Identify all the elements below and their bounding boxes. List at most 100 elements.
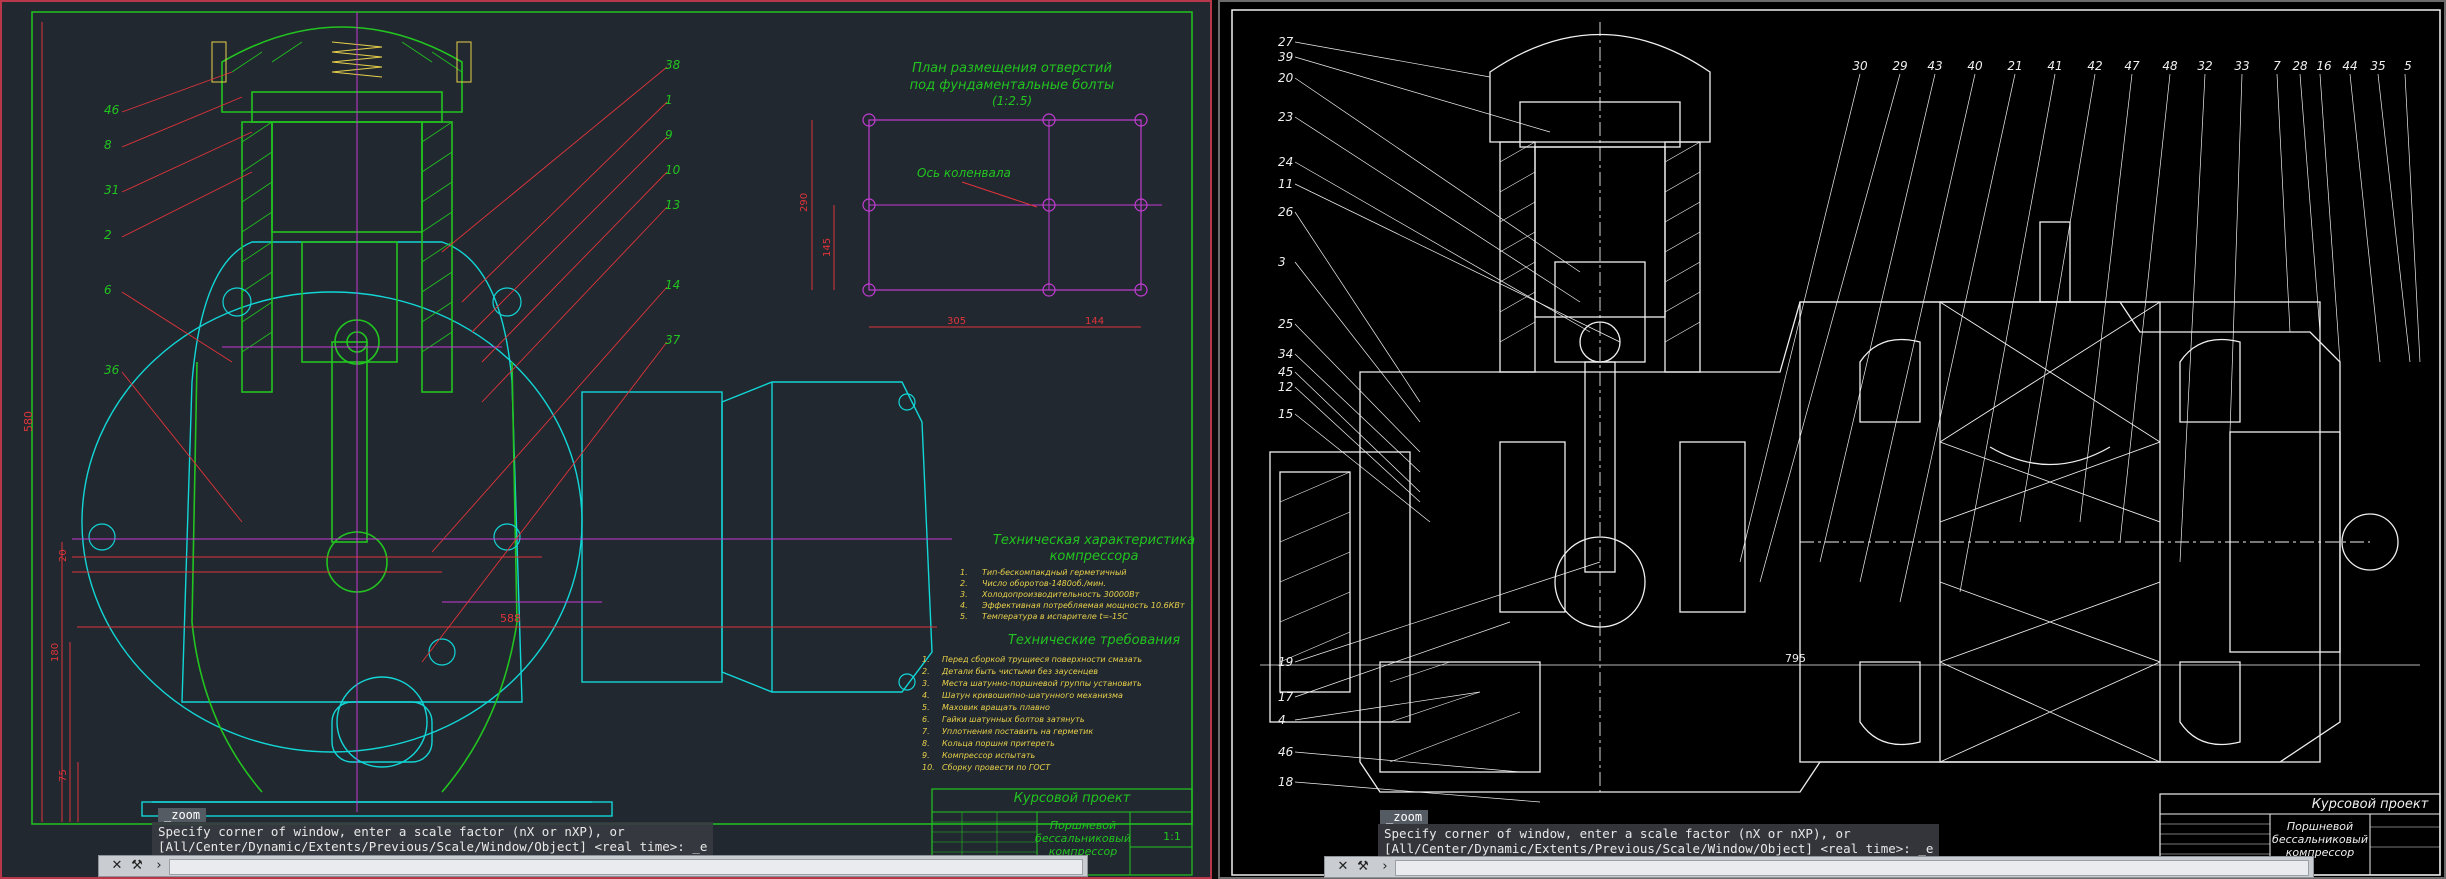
command-input[interactable] [169, 859, 1083, 875]
tech-characteristics: Техническая характеристика компрессора 1… [922, 533, 1195, 772]
tech-item: Температура в испарителе t=-15С [982, 612, 1128, 621]
dim-305-label: 305 [947, 316, 966, 327]
svg-text:29: 29 [1892, 59, 1907, 73]
svg-text:24: 24 [1278, 155, 1293, 169]
svg-text:1.: 1. [960, 568, 968, 577]
dim-144-label: 144 [1085, 316, 1104, 327]
svg-text:47: 47 [2124, 59, 2140, 73]
tech-req-item: Гайки шатунных болтов затянуть [942, 715, 1085, 724]
close-icon[interactable]: ✕ [109, 858, 125, 874]
svg-text:7: 7 [2273, 59, 2281, 73]
tech-req-title: Технические требования [1008, 633, 1180, 648]
tech-item: Холодопроизводительность 30000Вт [981, 590, 1140, 599]
svg-text:11: 11 [1278, 177, 1293, 191]
svg-text:34: 34 [1278, 347, 1293, 361]
tech-item: Эффективная потребляемая мощность 10.6КВ… [981, 601, 1185, 610]
tech-req-item: Сборку провести по ГОСТ [942, 763, 1051, 772]
svg-text:28: 28 [2292, 59, 2308, 73]
dim-290-label: 290 [799, 193, 810, 212]
svg-text:25: 25 [1278, 317, 1293, 331]
svg-text:35: 35 [2370, 59, 2385, 73]
command-history-line-2: [All/Center/Dynamic/Extents/Previous/Sca… [158, 839, 708, 854]
foundation-plan: План размещения отверстий под фундамента… [799, 61, 1162, 328]
callout-numbers-top: 30 29 43 40 21 41 42 47 48 32 33 7 28 16… [1852, 59, 2411, 73]
project-label: Курсовой проект [2312, 797, 2429, 812]
svg-text:9.: 9. [922, 751, 930, 760]
callout-37: 37 [665, 333, 681, 347]
dim-180-label: 180 [50, 643, 61, 662]
axis-label: Ось коленвала [917, 166, 1011, 180]
dim-580-label: 580 [22, 411, 35, 432]
svg-text:16: 16 [2316, 59, 2332, 73]
svg-text:1.: 1. [922, 655, 930, 664]
svg-text:4.: 4. [922, 691, 930, 700]
tech-req-item: Детали быть чистыми без заусенцев [941, 667, 1098, 676]
svg-text:40: 40 [1967, 59, 1983, 73]
callout-38: 38 [665, 58, 681, 72]
svg-text:41: 41 [2047, 59, 2062, 73]
tech-req-item: Перед сборкой трущиеся поверхности смаза… [942, 655, 1142, 664]
command-history-line-1: Specify corner of window, enter a scale … [158, 824, 625, 839]
callout-36: 36 [104, 363, 120, 377]
plan-title-2: под фундаментальные болты [910, 78, 1115, 93]
svg-text:27: 27 [1278, 35, 1294, 49]
plan-title-3: (1:2.5) [992, 94, 1032, 108]
svg-text:6.: 6. [922, 715, 930, 724]
svg-text:12: 12 [1278, 380, 1293, 394]
command-line-bar[interactable]: ✕ ⚒ › [1324, 856, 2314, 878]
wrench-icon[interactable]: ⚒ [1355, 859, 1371, 875]
svg-text:26: 26 [1278, 205, 1294, 219]
dim-75-label: 75 [58, 769, 69, 782]
svg-text:18: 18 [1278, 775, 1294, 789]
svg-text:39: 39 [1278, 50, 1293, 64]
command-line-bar[interactable]: ✕ ⚒ › [98, 855, 1088, 877]
plan-title-1: План размещения отверстий [912, 61, 1112, 76]
svg-text:8.: 8. [922, 739, 930, 748]
tech-req-item: Места шатунно-поршневой группы установит… [942, 679, 1142, 688]
dim-588-label: 588 [500, 612, 521, 625]
command-history: Specify corner of window, enter a scale … [1378, 824, 1940, 858]
tech-req-item: Шатун кривошипно-шатунного механизма [942, 691, 1123, 700]
command-input[interactable] [1395, 860, 2309, 876]
zoom-command-tag: _zoom [158, 808, 207, 822]
bolt-holes [88, 287, 916, 691]
title-block-name-2: бессальниковый [2272, 833, 2368, 846]
tech-req-item: Уплотнения поставить на герметик [942, 727, 1093, 736]
svg-text:32: 32 [2197, 59, 2212, 73]
callout-2: 2 [104, 228, 112, 242]
close-icon[interactable]: ✕ [1335, 859, 1351, 875]
right-viewport[interactable]: 795 27 39 20 23 24 11 26 3 25 34 45 12 1… [1218, 0, 2446, 879]
svg-text:48: 48 [2162, 59, 2178, 73]
right-drawing-canvas[interactable]: 795 27 39 20 23 24 11 26 3 25 34 45 12 1… [1220, 2, 2444, 877]
wrench-icon[interactable]: ⚒ [129, 858, 145, 874]
left-drawing-canvas[interactable]: 580 180 75 20 588 46 8 31 2 6 36 38 1 9 … [2, 2, 1210, 877]
callout-9: 9 [665, 128, 673, 142]
svg-text:3: 3 [1278, 255, 1286, 269]
svg-text:19: 19 [1278, 655, 1293, 669]
svg-text:42: 42 [2087, 59, 2102, 73]
tech-item: Тип-бескомпакдный герметичный [982, 568, 1127, 577]
callout-8: 8 [104, 138, 112, 152]
dim-795-label: 795 [1785, 652, 1806, 665]
callout-31: 31 [104, 183, 119, 197]
tech-char-title-2: компрессора [1050, 549, 1139, 564]
prompt-icon[interactable]: › [151, 858, 167, 874]
scale-label: 1:1 [1163, 830, 1181, 843]
zoom-command-tag: _zoom [1380, 810, 1429, 824]
svg-text:44: 44 [2342, 59, 2357, 73]
svg-text:23: 23 [1278, 110, 1293, 124]
command-history-line-1: Specify corner of window, enter a scale … [1384, 826, 1851, 841]
svg-text:17: 17 [1278, 690, 1294, 704]
callout-1: 1 [665, 93, 673, 107]
callout-numbers-left: 46 8 31 2 6 36 38 1 9 10 13 14 37 [104, 58, 681, 377]
tech-req-item: Маховик вращать плавно [942, 703, 1050, 712]
svg-text:46: 46 [1278, 745, 1294, 759]
tech-req-item: Компрессор испытать [942, 751, 1036, 760]
tech-req-item: Кольца поршня притереть [942, 739, 1055, 748]
svg-text:45: 45 [1278, 365, 1293, 379]
dim-20-label: 20 [58, 549, 69, 562]
cylinder-head [191, 26, 518, 793]
prompt-icon[interactable]: › [1377, 859, 1393, 875]
callout-6: 6 [104, 283, 112, 297]
left-viewport[interactable]: 580 180 75 20 588 46 8 31 2 6 36 38 1 9 … [0, 0, 1212, 879]
